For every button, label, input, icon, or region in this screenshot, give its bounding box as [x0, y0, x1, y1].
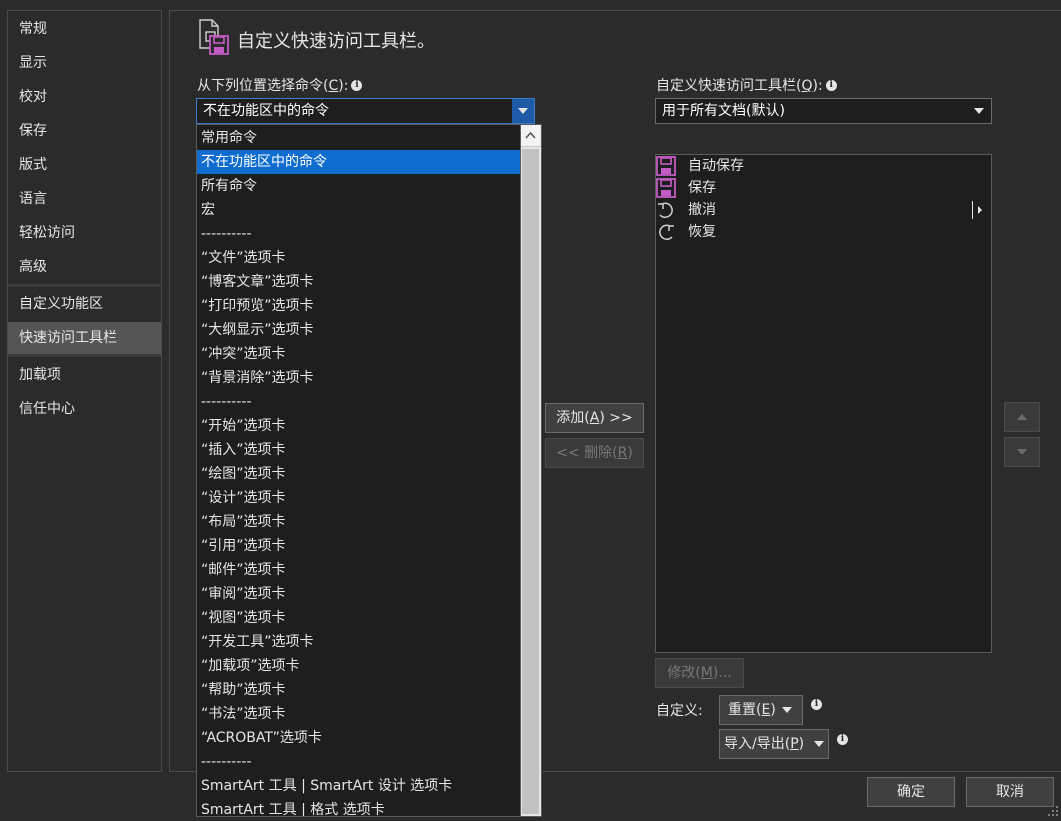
sidebar-separator [8, 284, 161, 287]
ok-button[interactable]: 确定 [867, 777, 955, 807]
info-icon: i [825, 80, 837, 91]
dropdown-option[interactable]: 所有命令 [197, 174, 521, 198]
dropdown-option[interactable]: 不在功能区中的命令 [197, 150, 521, 174]
dropdown-option[interactable]: “ACROBAT”选项卡 [197, 726, 521, 750]
dropdown-option[interactable]: “大纲显示”选项卡 [197, 318, 521, 342]
chevron-down-icon [814, 741, 824, 747]
choose-commands-label: 从下列位置选择命令(C): i [197, 75, 363, 95]
list-item[interactable]: 恢复 [656, 221, 991, 243]
info-icon: i [351, 80, 363, 91]
split-arrow-icon [972, 201, 986, 219]
dropdown-option[interactable]: “背景消除”选项卡 [197, 366, 521, 390]
customizations-label: 自定义: [656, 703, 703, 719]
toolbar-scope-select[interactable]: 用于所有文档(默认) [655, 98, 992, 124]
sidebar-separator [8, 354, 161, 357]
options-sidebar: 常规 显示 校对 保存 版式 语言 轻松访问 高级 自定义功能区 快速访问工具栏… [7, 10, 162, 772]
customize-toolbar-label: 自定义快速访问工具栏(Q): i [656, 75, 837, 95]
dropdown-option[interactable]: “设计”选项卡 [197, 486, 521, 510]
save-icon [656, 156, 676, 176]
sidebar-item-save[interactable]: 保存 [8, 115, 161, 147]
dropdown-scrollbar[interactable] [520, 125, 541, 816]
page-title: 自定义快速访问工具栏。 [237, 31, 435, 52]
remove-button[interactable]: << 删除(R) [545, 438, 644, 468]
dropdown-option[interactable]: “布局”选项卡 [197, 510, 521, 534]
sidebar-item-addins[interactable]: 加载项 [8, 359, 161, 391]
add-button[interactable]: 添加(A) >> [545, 403, 644, 433]
list-item[interactable]: 撤消 [656, 199, 991, 221]
reset-button[interactable]: 重置(E) [719, 695, 803, 725]
undo-icon [656, 200, 676, 220]
move-down-button[interactable] [1004, 437, 1040, 467]
sidebar-item-trust-center[interactable]: 信任中心 [8, 393, 161, 425]
dropdown-option[interactable]: “插入”选项卡 [197, 438, 521, 462]
chevron-down-icon[interactable] [974, 108, 984, 114]
dropdown-option[interactable]: “视图”选项卡 [197, 606, 521, 630]
sidebar-item-customize-ribbon[interactable]: 自定义功能区 [8, 288, 161, 320]
resize-grip-icon[interactable] [1048, 805, 1059, 816]
dropdown-option[interactable]: “帮助”选项卡 [197, 678, 521, 702]
dropdown-option[interactable]: SmartArt 工具 | 格式 选项卡 [197, 798, 521, 816]
dropdown-option[interactable]: “邮件”选项卡 [197, 558, 521, 582]
modify-button[interactable]: 修改(M)... [655, 658, 744, 688]
sidebar-item-general[interactable]: 常规 [8, 13, 161, 45]
redo-icon [656, 222, 676, 242]
info-icon: i [811, 699, 822, 710]
chevron-down-icon [782, 707, 792, 713]
dropdown-option[interactable]: “开始”选项卡 [197, 414, 521, 438]
import-export-button[interactable]: 导入/导出(P) [719, 729, 829, 759]
dropdown-separator: ---------- [201, 754, 252, 770]
sidebar-item-language[interactable]: 语言 [8, 183, 161, 215]
dropdown-arrow-icon[interactable] [512, 99, 534, 123]
dropdown-option[interactable]: “文件”选项卡 [197, 246, 521, 270]
sidebar-item-display[interactable]: 显示 [8, 47, 161, 79]
dropdown-option[interactable]: “加载项”选项卡 [197, 654, 521, 678]
sidebar-item-proofing[interactable]: 校对 [8, 81, 161, 113]
scroll-up-button[interactable] [521, 125, 540, 147]
dropdown-option[interactable]: “绘图”选项卡 [197, 462, 521, 486]
dropdown-option[interactable]: “审阅”选项卡 [197, 582, 521, 606]
sidebar-item-advanced[interactable]: 高级 [8, 251, 161, 283]
dropdown-separator: ---------- [201, 394, 252, 410]
dropdown-option[interactable]: 宏 [197, 198, 521, 222]
info-icon: i [837, 734, 848, 745]
commands-source-select[interactable]: 不在功能区中的命令 [196, 98, 535, 124]
dropdown-option[interactable]: “引用”选项卡 [197, 534, 521, 558]
move-up-button[interactable] [1004, 402, 1040, 432]
dropdown-option[interactable]: “冲突”选项卡 [197, 342, 521, 366]
scroll-thumb[interactable] [522, 149, 539, 814]
list-item[interactable]: 自动保存 [656, 155, 991, 177]
toolbar-commands-list[interactable]: 自动保存 保存 撤消 恢复 [655, 154, 992, 653]
save-icon [656, 178, 676, 198]
dropdown-option[interactable]: “开发工具”选项卡 [197, 630, 521, 654]
dropdown-option[interactable]: SmartArt 工具 | SmartArt 设计 选项卡 [197, 774, 521, 798]
sidebar-item-accessibility[interactable]: 轻松访问 [8, 217, 161, 249]
cancel-button[interactable]: 取消 [966, 777, 1054, 807]
commands-source-dropdown-list[interactable]: 常用命令 不在功能区中的命令 所有命令宏 ---------- “文件”选项卡 “博客文章… [196, 124, 542, 817]
dropdown-option[interactable]: 常用命令 [197, 126, 521, 150]
sidebar-item-layout[interactable]: 版式 [8, 149, 161, 181]
dropdown-separator: ---------- [201, 226, 252, 242]
dropdown-option[interactable]: “打印预览”选项卡 [197, 294, 521, 318]
quick-access-toolbar-icon [196, 18, 232, 58]
sidebar-item-quick-access-toolbar[interactable]: 快速访问工具栏 [8, 322, 161, 354]
dropdown-option[interactable]: “书法”选项卡 [197, 702, 521, 726]
dropdown-option[interactable]: “博客文章”选项卡 [197, 270, 521, 294]
list-item[interactable]: 保存 [656, 177, 991, 199]
